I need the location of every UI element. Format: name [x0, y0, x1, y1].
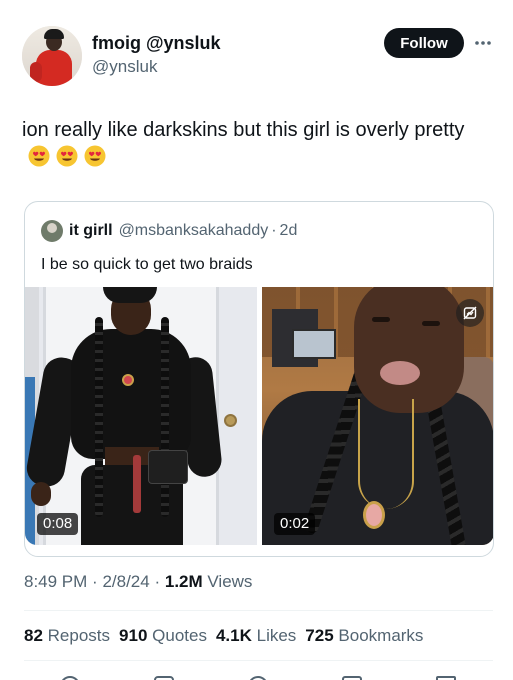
tweet-header: fmoig @ynsluk @ynsluk Follow [22, 24, 497, 88]
tweet-date[interactable]: 2/8/24 [102, 572, 149, 591]
author-avatar[interactable] [22, 26, 82, 86]
sensitive-content-icon[interactable] [456, 299, 484, 327]
follow-button[interactable]: Follow [384, 28, 464, 58]
repost-icon[interactable] [154, 676, 174, 680]
author-handle[interactable]: @ynsluk [92, 56, 221, 78]
like-icon[interactable] [248, 676, 268, 680]
bookmarks-count: 725 [305, 626, 334, 645]
reposts-count: 82 [24, 626, 43, 645]
tweet-text: ion really like darkskins but this girl … [22, 117, 492, 171]
quoted-tweet-card[interactable]: it girll @msbanksakahaddy · 2d I be so q… [24, 201, 494, 557]
bookmarks-stat[interactable]: 725 Bookmarks [305, 625, 423, 647]
heart-eyes-emoji [84, 145, 106, 167]
quoted-timestamp[interactable]: 2d [280, 222, 298, 240]
tweet-time[interactable]: 8:49 PM [24, 572, 87, 591]
likes-count: 4.1K [215, 626, 252, 645]
divider [24, 610, 493, 611]
reply-icon[interactable] [60, 676, 80, 680]
author-names: fmoig @ynsluk @ynsluk [92, 32, 221, 78]
video-thumbnail-2[interactable]: 0:02 [262, 287, 493, 545]
more-options-icon[interactable] [474, 34, 492, 52]
quoted-tweet-header: it girll @msbanksakahaddy · 2d [41, 220, 297, 242]
author-display-name[interactable]: fmoig @ynsluk [92, 32, 221, 54]
quotes-label: Quotes [152, 626, 207, 645]
action-bar [24, 672, 493, 680]
meta-separator: · [92, 572, 98, 591]
video-duration-badge: 0:02 [274, 513, 316, 535]
quoted-author-avatar[interactable] [41, 220, 63, 242]
tweet-body: ion really like darkskins but this girl … [22, 119, 465, 141]
video-thumbnail-1[interactable]: 0:08 [25, 287, 257, 545]
quoted-tweet-text: I be so quick to get two braids [41, 256, 253, 273]
reposts-stat[interactable]: 82 Reposts [24, 625, 110, 647]
quoted-separator: · [271, 222, 277, 239]
heart-eyes-emoji [28, 145, 50, 167]
quotes-count: 910 [119, 626, 148, 645]
quotes-stat[interactable]: 910 Quotes [119, 625, 207, 647]
divider [24, 660, 493, 661]
video-duration-badge: 0:08 [37, 513, 79, 535]
heart-eyes-emoji [56, 145, 78, 167]
views-count: 1.2M [164, 572, 203, 591]
share-icon[interactable] [436, 676, 456, 680]
bookmarks-label: Bookmarks [338, 626, 424, 645]
reposts-label: Reposts [47, 626, 111, 645]
quoted-author-handle[interactable]: @msbanksakahaddy [119, 222, 269, 240]
likes-label: Likes [256, 626, 297, 645]
views-label: Views [207, 572, 253, 591]
engagement-stats: 82 Reposts 910 Quotes 4.1K Likes 725 Boo… [24, 625, 432, 647]
quoted-author-name[interactable]: it girll [69, 222, 113, 240]
bookmark-icon[interactable] [342, 676, 362, 680]
meta-separator: · [154, 572, 161, 591]
likes-stat[interactable]: 4.1K Likes [216, 625, 296, 647]
tweet-meta: 8:49 PM · 2/8/24 · 1.2M Views [24, 571, 252, 593]
